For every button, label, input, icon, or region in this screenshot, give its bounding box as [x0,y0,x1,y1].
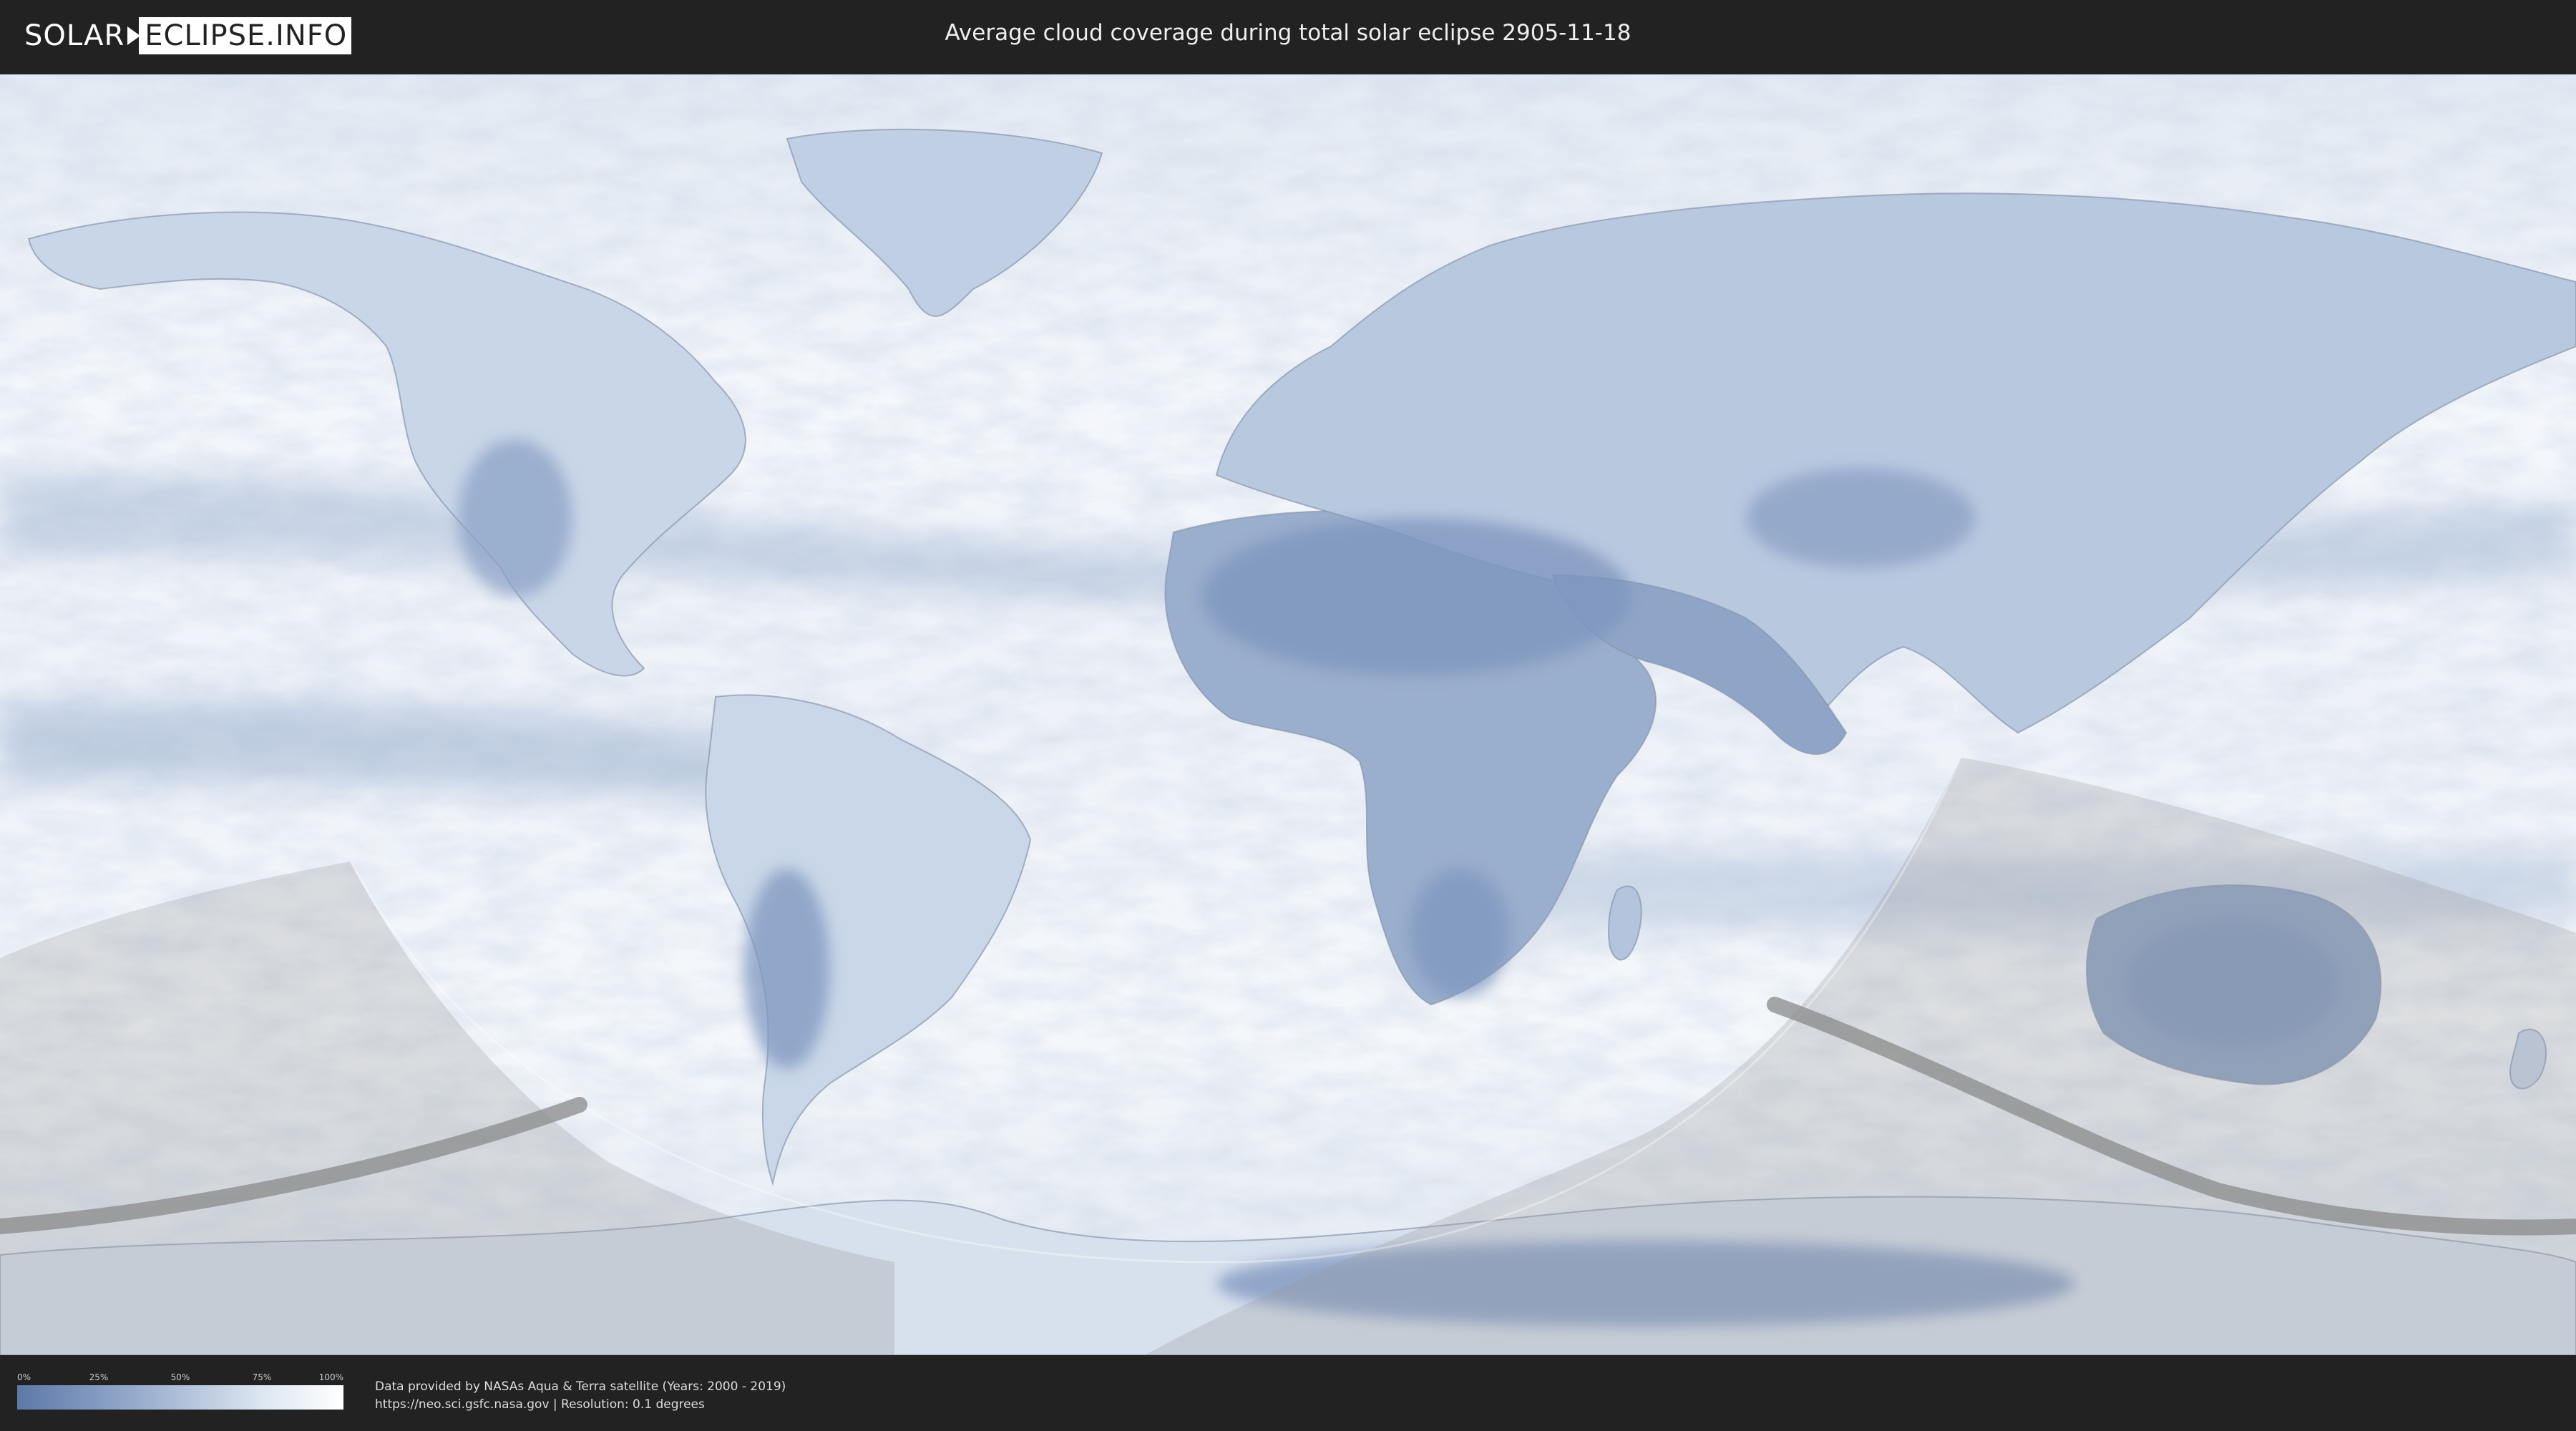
cloud-coverage-legend: 0% 25% 50% 75% 100% [17,1372,343,1410]
legend-ticks: 0% 25% 50% 75% 100% [17,1372,343,1384]
source-line-2[interactable]: https://neo.sci.gsfc.nasa.gov | Resoluti… [375,1396,786,1414]
legend-gradient-bar [17,1385,343,1410]
header-bar: SOLAR ECLIPSE.INFO Average cloud coverag… [0,0,2576,72]
page-title: Average cloud coverage during total sola… [945,20,1631,46]
world-map-svg [0,74,2576,1355]
legend-tick-50: 50% [170,1372,190,1382]
cloud-coverage-map[interactable] [0,74,2576,1355]
logo-arrow-icon [127,26,141,45]
data-source-credit: Data provided by NASAs Aqua & Terra sate… [375,1378,786,1414]
source-line-1: Data provided by NASAs Aqua & Terra sate… [375,1379,786,1394]
legend-tick-0: 0% [17,1372,31,1382]
legend-tick-100: 100% [318,1372,343,1382]
legend-tick-25: 25% [89,1372,109,1382]
footer-bar: 0% 25% 50% 75% 100% Data provided by NAS… [0,1357,2576,1431]
legend-tick-75: 75% [252,1372,272,1382]
